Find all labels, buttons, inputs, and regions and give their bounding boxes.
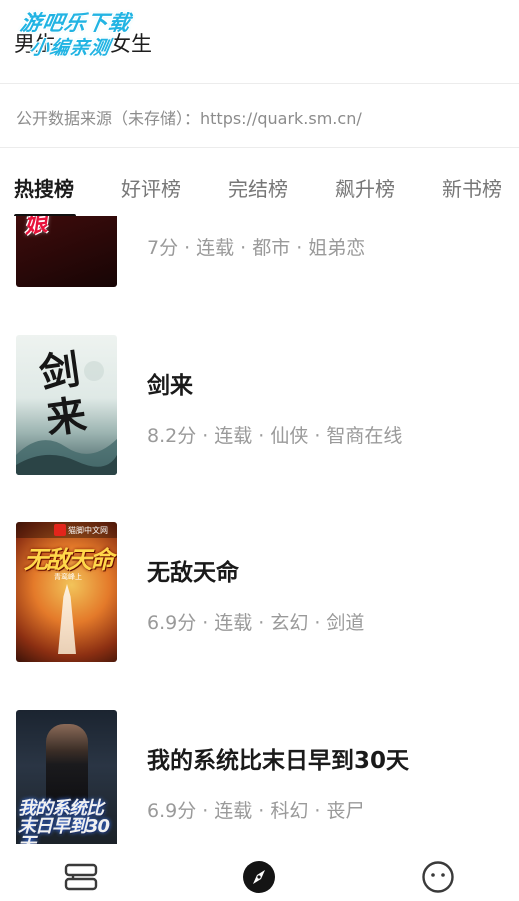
book-tag: 智商在线 [326,425,403,447]
book-cover: 我的 绝色老板娘 [16,216,117,287]
book-title: 剑来 [147,373,193,399]
book-tag: 姐弟恋 [308,237,366,259]
cover-title-art: 绝色老板娘 [22,216,48,239]
book-score: 6.9分 [147,612,197,634]
book-genre: 玄幻 [270,612,309,634]
book-genre: 都市 [252,237,291,259]
bookshelf-icon [64,863,98,891]
book-score: 6.9分 [147,800,197,822]
book-status: 连载 [214,800,253,822]
book-title: 无敌天命 [147,560,239,586]
tab-new-books[interactable]: 新书榜 [442,173,502,202]
cover-author: 青鸾峰上 [54,573,82,581]
book-score: 7分 [147,237,179,259]
book-status: 连载 [196,237,235,259]
list-item-book[interactable]: 我的系统比末日早到30天 我的系统比末日早到30天 6.9分·连载·科幻·丧尸 [0,710,519,844]
book-meta: 6.9分 · 连载 · 玄幻 · 剑道 [147,612,365,634]
book-genre: 仙侠 [270,425,309,447]
book-genre: 科幻 [270,800,309,822]
cover-title-art: 无敌天命 [24,546,114,574]
nav-bookshelf-button[interactable] [64,860,98,894]
screen: 男生 女生 游吧乐下载 小编亲测 公开数据来源（未存储）：https://qua… [0,0,519,901]
cover-figure [58,584,76,654]
list-item-book[interactable]: 猫脚中文网 无敌天命 青鸾峰上 无敌天命 6.9分 · 连载 · 玄幻 · 剑道 [0,522,519,662]
tab-top-rated[interactable]: 好评榜 [121,173,181,202]
book-list[interactable]: 我的 绝色老板娘 7分·连载·都市·姐弟恋 剑来 剑来 8.2分·连载·仙侠·智… [0,216,519,844]
book-cover: 我的系统比末日早到30天 [16,710,117,844]
list-item-book[interactable]: 我的 绝色老板娘 7分·连载·都市·姐弟恋 [0,216,519,287]
book-score: 8.2分 [147,425,197,447]
data-source-notice: 公开数据来源（未存储）：https://quark.sm.cn/ [0,84,519,148]
cover-title-art: 我的系统比末日早到30天 [18,798,110,845]
tab-completed[interactable]: 完结榜 [228,173,288,202]
nav-discover-button[interactable] [242,860,276,894]
gender-tab-female[interactable]: 女生 [110,28,152,58]
cover-landscape [16,361,117,475]
bottom-navigation [0,844,519,901]
book-status: 连载 [214,612,253,634]
data-source-text: 公开数据来源（未存储）：https://quark.sm.cn/ [16,109,362,128]
compass-icon [243,861,275,893]
book-meta: 7分 · 连载 · 都市 · 姐弟恋 [147,237,366,259]
tab-rising[interactable]: 飙升榜 [335,173,395,202]
book-meta: 6.9分 · 连载 · 科幻 · 丧尸 [147,800,365,822]
ranking-tabs: 热搜榜 好评榜 完结榜 飙升榜 新书榜 [0,148,519,216]
book-cover: 剑来 [16,335,117,475]
book-meta: 8.2分 · 连载 · 仙侠 · 智商在线 [147,425,403,447]
book-status: 连载 [214,425,253,447]
book-tag: 丧尸 [326,800,365,822]
gender-tab-male[interactable]: 男生 [14,28,56,58]
book-title: 我的系统比末日早到30天 [147,748,410,774]
publisher-logo-icon [54,524,66,536]
list-item-book[interactable]: 剑来 剑来 8.2分 · 连载 · 仙侠 · 智商在线 [0,335,519,475]
book-cover: 猫脚中文网 无敌天命 青鸾峰上 [16,522,117,662]
nav-profile-button[interactable] [421,860,455,894]
gender-switch: 男生 女生 [14,28,152,58]
header: 男生 女生 游吧乐下载 小编亲测 [0,0,519,84]
cover-brand: 猫脚中文网 [68,526,108,535]
book-tag: 剑道 [326,612,365,634]
smiley-face-icon [422,861,454,893]
tab-hot-search[interactable]: 热搜榜 [14,173,74,202]
